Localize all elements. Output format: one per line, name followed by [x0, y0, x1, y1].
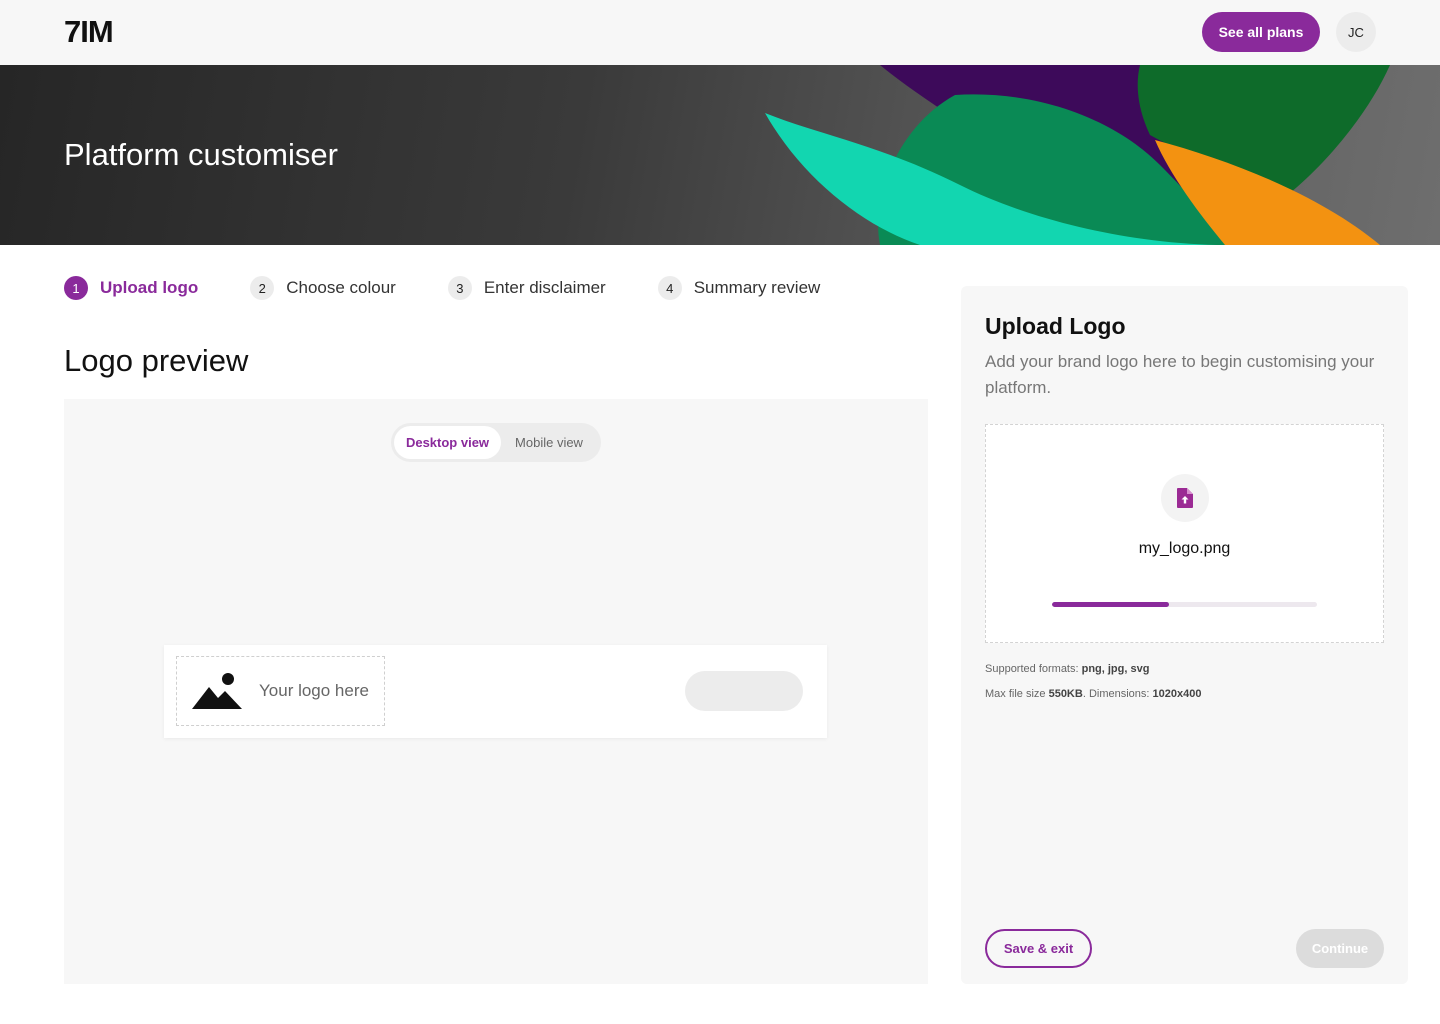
landscape-image-icon	[192, 673, 242, 709]
logo-placeholder: Your logo here	[176, 656, 385, 726]
upload-progress-bar	[1052, 602, 1317, 607]
dimensions-label: . Dimensions:	[1082, 688, 1153, 700]
view-toggle: Desktop view Mobile view	[391, 423, 601, 462]
brand-logo[interactable]: 7IM	[64, 14, 114, 50]
uploaded-file-name: my_logo.png	[1138, 540, 1231, 557]
file-dropzone[interactable]: my_logo.png	[985, 424, 1384, 643]
step-upload-logo[interactable]: 1 Upload logo	[64, 276, 198, 300]
upload-logo-heading: Upload Logo	[985, 313, 1126, 339]
dimensions-value: 1020x400	[1152, 688, 1202, 700]
size-value: 550KB	[1048, 688, 1083, 700]
step-label: Enter disclaimer	[483, 278, 606, 297]
hero-banner: Platform customiser	[0, 65, 1440, 245]
step-summary-review[interactable]: 4 Summary review	[657, 276, 821, 300]
mock-button-placeholder	[685, 671, 803, 711]
top-navigation-bar: 7IM See all plans JC	[0, 0, 1440, 65]
file-limits-text: Max file size 550KB. Dimensions: 1020x40…	[985, 688, 1201, 700]
upload-logo-description: Add your brand logo here to begin custom…	[985, 352, 1375, 397]
file-icon-container	[1161, 474, 1209, 522]
logo-placeholder-text: Your logo here	[259, 681, 369, 700]
page-title: Platform customiser	[64, 137, 338, 172]
step-number: 1	[64, 276, 88, 300]
see-all-plans-button[interactable]: See all plans	[1202, 12, 1320, 52]
formats-value: png, jpg, svg	[1081, 663, 1150, 675]
step-label: Summary review	[693, 278, 821, 297]
step-number: 3	[447, 276, 472, 300]
continue-button[interactable]: Continue	[1296, 929, 1384, 968]
upload-logo-panel: Upload Logo Add your brand logo here to …	[961, 286, 1408, 984]
step-label: Choose colour	[286, 278, 396, 297]
step-progress: 1 Upload logo 2 Choose colour 3 Enter di…	[64, 275, 872, 301]
mock-site-header: Your logo here	[164, 645, 827, 738]
logo-preview-heading: Logo preview	[64, 343, 249, 378]
formats-label: Supported formats:	[985, 663, 1082, 675]
step-choose-colour[interactable]: 2 Choose colour	[250, 276, 396, 300]
step-label: Upload logo	[100, 278, 199, 297]
size-label: Max file size	[985, 688, 1049, 700]
save-exit-button[interactable]: Save & exit	[985, 929, 1092, 968]
step-enter-disclaimer[interactable]: 3 Enter disclaimer	[447, 276, 606, 300]
supported-formats-text: Supported formats: png, jpg, svg	[985, 663, 1149, 675]
user-avatar[interactable]: JC	[1336, 12, 1376, 52]
step-number: 4	[657, 276, 682, 300]
mobile-view-tab[interactable]: Mobile view	[501, 426, 597, 459]
logo-preview-panel: Desktop view Mobile view Your logo here	[64, 399, 928, 984]
upload-progress-fill	[1052, 602, 1169, 607]
step-number: 2	[250, 276, 275, 300]
file-upload-icon	[1177, 488, 1193, 508]
desktop-view-tab[interactable]: Desktop view	[394, 426, 501, 459]
